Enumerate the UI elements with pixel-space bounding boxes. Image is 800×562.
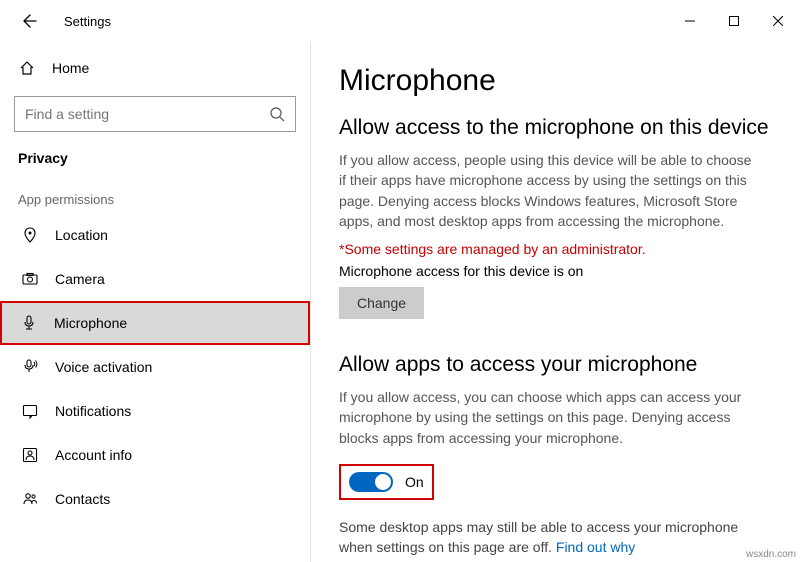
admin-warning: *Some settings are managed by an adminis… <box>339 241 772 257</box>
sidebar-item-microphone[interactable]: Microphone <box>0 301 310 345</box>
close-button[interactable] <box>756 5 800 37</box>
page-title: Microphone <box>339 64 772 98</box>
microphone-icon <box>20 314 38 332</box>
change-button[interactable]: Change <box>339 287 424 319</box>
account-icon <box>21 446 39 464</box>
home-icon <box>18 59 36 77</box>
sidebar-item-camera[interactable]: Camera <box>0 257 310 301</box>
notifications-icon <box>21 402 39 420</box>
sidebar-item-location[interactable]: Location <box>0 213 310 257</box>
app-access-toggle[interactable] <box>349 472 393 492</box>
minimize-button[interactable] <box>668 5 712 37</box>
nav-label: Account info <box>55 447 132 463</box>
section-heading-device-access: Allow access to the microphone on this d… <box>339 116 772 140</box>
sidebar-item-account-info[interactable]: Account info <box>0 433 310 477</box>
search-input-container[interactable] <box>14 96 296 132</box>
category-label: Privacy <box>0 132 310 170</box>
nav-label: Location <box>55 227 108 243</box>
footer-note: Some desktop apps may still be able to a… <box>339 518 769 557</box>
search-input[interactable] <box>25 106 245 122</box>
location-icon <box>21 226 39 244</box>
sidebar-item-notifications[interactable]: Notifications <box>0 389 310 433</box>
camera-icon <box>21 270 39 288</box>
window-title: Settings <box>64 14 111 29</box>
find-out-why-link[interactable]: Find out why <box>556 539 635 555</box>
content-pane: Microphone Allow access to the microphon… <box>310 42 800 562</box>
nav-label: Notifications <box>55 403 131 419</box>
nav-label: Voice activation <box>55 359 152 375</box>
group-label: App permissions <box>0 170 310 213</box>
arrow-left-icon <box>22 13 38 29</box>
section-desc: If you allow access, people using this d… <box>339 150 759 231</box>
section-heading-app-access: Allow apps to access your microphone <box>339 353 772 377</box>
nav-label: Camera <box>55 271 105 287</box>
voice-icon <box>21 358 39 376</box>
contacts-icon <box>21 490 39 508</box>
maximize-button[interactable] <box>712 5 756 37</box>
sidebar: Home Privacy App permissions Location Ca… <box>0 42 310 562</box>
watermark: wsxdn.com <box>746 549 796 560</box>
nav-label: Contacts <box>55 491 110 507</box>
nav-list: Location Camera Microphone Voice activat… <box>0 213 310 521</box>
home-label: Home <box>52 60 89 76</box>
device-access-status: Microphone access for this device is on <box>339 263 772 279</box>
sidebar-item-home[interactable]: Home <box>0 48 310 88</box>
sidebar-item-contacts[interactable]: Contacts <box>0 477 310 521</box>
toggle-label: On <box>405 474 424 490</box>
app-access-toggle-row: On <box>339 464 434 500</box>
search-icon <box>269 106 285 122</box>
titlebar: Settings <box>0 0 800 42</box>
section-desc-2: If you allow access, you can choose whic… <box>339 387 759 448</box>
back-button[interactable] <box>16 7 44 35</box>
nav-label: Microphone <box>54 315 127 331</box>
sidebar-item-voice-activation[interactable]: Voice activation <box>0 345 310 389</box>
